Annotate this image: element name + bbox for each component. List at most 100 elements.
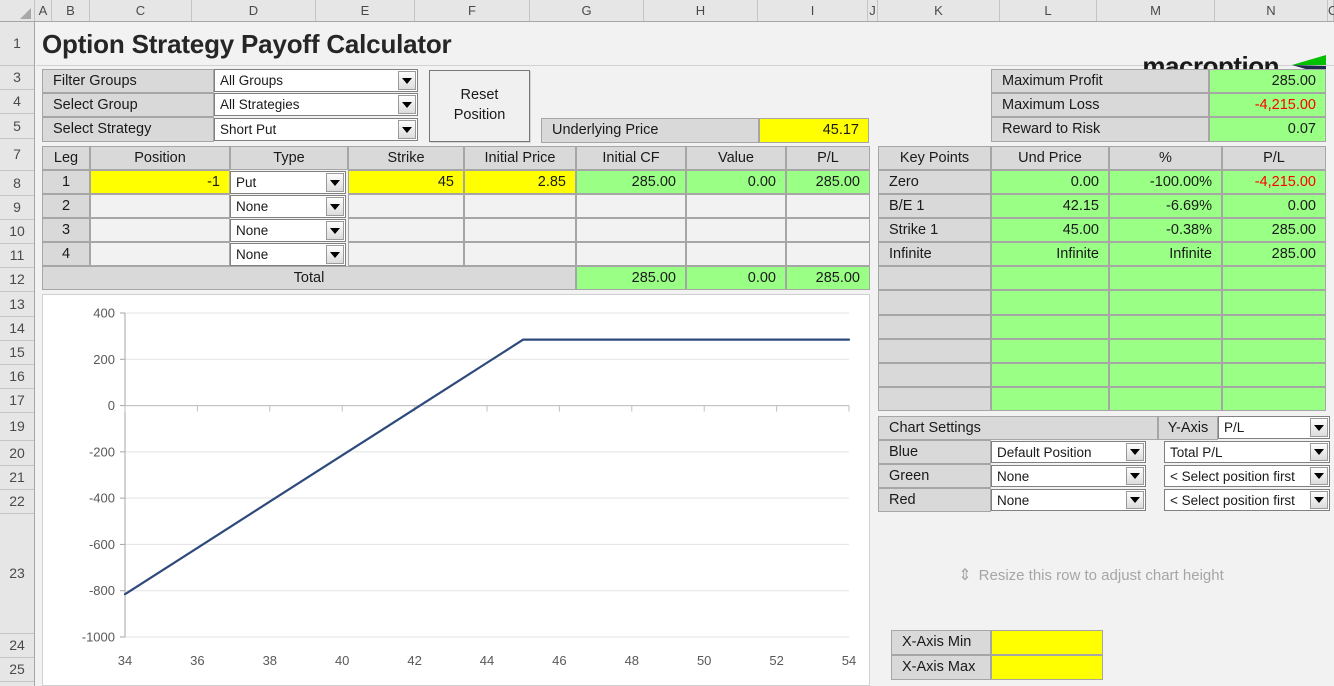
chart-series-position-dropdown-2[interactable]: None [991,489,1146,511]
keypoint-4-pl: 285.00 [1222,242,1326,266]
column-header-n[interactable]: N [1215,0,1328,21]
chevron-down-icon[interactable] [398,95,416,114]
x-axis-min-label: X-Axis Min [891,630,991,655]
column-header-o[interactable]: O [1328,0,1334,21]
row-header-23[interactable]: 23 [0,514,34,634]
keypoint-9-pl [1222,363,1326,387]
leg-type-dropdown-3[interactable]: None [230,219,346,242]
row-header-10[interactable]: 10 [0,220,34,244]
select-group-dropdown[interactable]: All Strategies [214,93,418,116]
column-header-i[interactable]: I [758,0,868,21]
y-tick-label: 200 [93,352,115,367]
row-header-21[interactable]: 21 [0,466,34,490]
chart-series-metric-dropdown-2[interactable]: < Select position first [1164,489,1330,511]
leg-type-dropdown-1[interactable]: Put [230,171,346,194]
leg-1-strike[interactable]: 45 [348,170,464,194]
leg-4-initial_price[interactable] [464,242,576,266]
x-axis-max-input[interactable] [991,655,1103,680]
chevron-down-icon[interactable] [1126,467,1144,485]
leg-total-pl: 285.00 [786,266,870,290]
column-header-j[interactable]: J [868,0,878,21]
column-header-h[interactable]: H [644,0,758,21]
leg-4-position[interactable] [90,242,230,266]
chevron-down-icon[interactable] [326,173,344,192]
leg-2-initial_price[interactable] [464,194,576,218]
row-header-24[interactable]: 24 [0,634,34,658]
y-tick-label: -400 [89,491,115,506]
chart-series-metric-dropdown-0[interactable]: Total P/L [1164,441,1330,463]
row-header-11[interactable]: 11 [0,244,34,268]
chevron-down-icon[interactable] [326,197,344,216]
leg-3-strike[interactable] [348,218,464,242]
chevron-down-icon[interactable] [326,245,344,264]
leg-type-dropdown-4[interactable]: None [230,243,346,266]
row-header-14[interactable]: 14 [0,317,34,341]
column-header-b[interactable]: B [52,0,90,21]
leg-3-position[interactable] [90,218,230,242]
chevron-down-icon[interactable] [326,221,344,240]
column-header-k[interactable]: K [878,0,1000,21]
row-header-3[interactable]: 3 [0,66,34,90]
column-header-l[interactable]: L [1000,0,1097,21]
summary-value-2: 0.07 [1209,117,1326,142]
payoff-chart[interactable]: -1000 -800 -600 -400 -200 0 200 400 34 36 38 40 42 44… [42,294,870,686]
chart-series-position-value-1: None [997,468,1030,484]
chart-series-metric-value-1: < Select position first [1170,468,1295,484]
leg-1-initial_price[interactable]: 2.85 [464,170,576,194]
column-header-a[interactable]: A [35,0,52,21]
leg-1-position[interactable]: -1 [90,170,230,194]
chart-series-position-dropdown-0[interactable]: Default Position [991,441,1146,463]
leg-type-dropdown-2[interactable]: None [230,195,346,218]
select-strategy-dropdown[interactable]: Short Put [214,118,418,141]
row-header-25[interactable]: 25 [0,658,34,682]
chevron-down-icon[interactable] [1126,443,1144,461]
row-header-1[interactable]: 1 [0,22,34,66]
leg-2-position[interactable] [90,194,230,218]
leg-3-initial_cf [576,218,686,242]
row-header-9[interactable]: 9 [0,196,34,220]
row-header-15[interactable]: 15 [0,341,34,365]
y-axis-dropdown[interactable]: P/L [1218,416,1330,439]
leg-2-initial_cf [576,194,686,218]
leg-4-pl [786,242,870,266]
row-header-7[interactable]: 7 [0,139,34,171]
row-header-4[interactable]: 4 [0,90,34,114]
column-header-f[interactable]: F [415,0,530,21]
chevron-down-icon[interactable] [398,120,416,139]
leg-3-initial_price[interactable] [464,218,576,242]
leg-type-value-1: Put [236,175,257,190]
chart-series-position-dropdown-1[interactable]: None [991,465,1146,487]
chevron-down-icon[interactable] [1310,467,1328,485]
row-header-13[interactable]: 13 [0,292,34,317]
chevron-down-icon[interactable] [1310,443,1328,461]
column-header-g[interactable]: G [530,0,644,21]
chart-series-metric-dropdown-1[interactable]: < Select position first [1164,465,1330,487]
select-all-corner[interactable] [0,0,35,21]
leg-4-strike[interactable] [348,242,464,266]
column-header-e[interactable]: E [316,0,415,21]
x-tick-label: 52 [769,653,783,668]
column-header-d[interactable]: D [192,0,316,21]
row-header-12[interactable]: 12 [0,268,34,292]
row-header-22[interactable]: 22 [0,490,34,514]
row-header-20[interactable]: 20 [0,441,34,466]
leg-2-strike[interactable] [348,194,464,218]
chevron-down-icon[interactable] [1310,418,1328,437]
reset-position-button[interactable]: Reset Position [429,70,530,142]
row-header-19[interactable]: 19 [0,413,34,441]
chevron-down-icon[interactable] [398,71,416,90]
underlying-price-input[interactable]: 45.17 [759,118,869,143]
row-header-5[interactable]: 5 [0,114,34,139]
chevron-down-icon[interactable] [1310,491,1328,509]
x-axis-min-input[interactable] [991,630,1103,655]
keypoint-6-name [878,290,991,315]
leg-type-value-4: None [236,247,269,262]
row-header-17[interactable]: 17 [0,389,34,413]
row-header-16[interactable]: 16 [0,365,34,389]
row-header-8[interactable]: 8 [0,171,34,196]
chart-series-metric-value-2: < Select position first [1170,492,1295,508]
column-header-c[interactable]: C [90,0,192,21]
column-header-m[interactable]: M [1097,0,1215,21]
filter-groups-dropdown[interactable]: All Groups [214,69,418,92]
chevron-down-icon[interactable] [1126,491,1144,509]
